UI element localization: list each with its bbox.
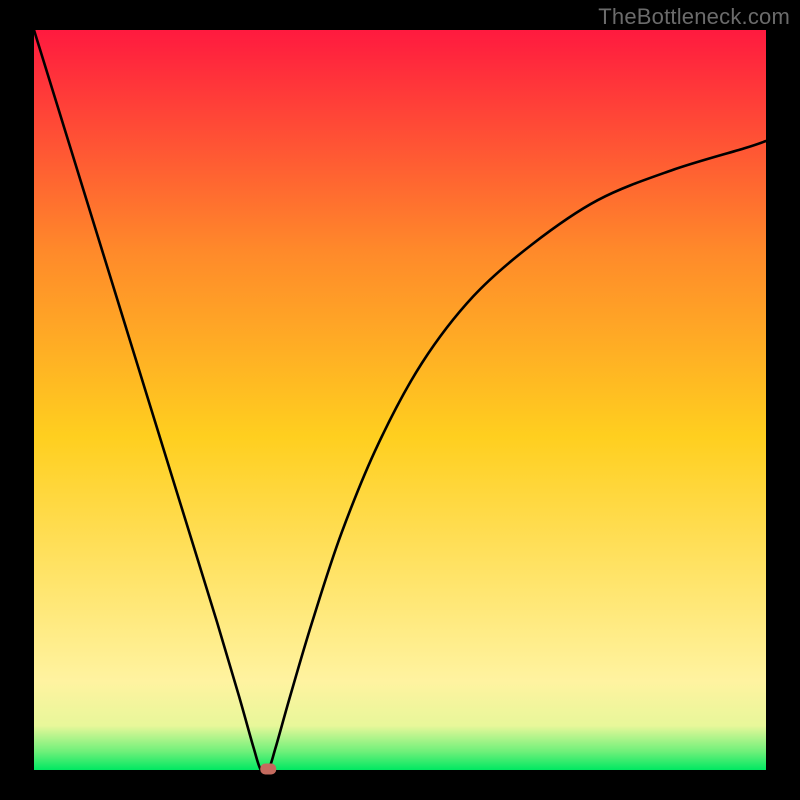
chart-svg [0, 0, 800, 800]
watermark-text: TheBottleneck.com [598, 4, 790, 30]
chart-frame: TheBottleneck.com [0, 0, 800, 800]
optimum-marker [260, 764, 276, 775]
